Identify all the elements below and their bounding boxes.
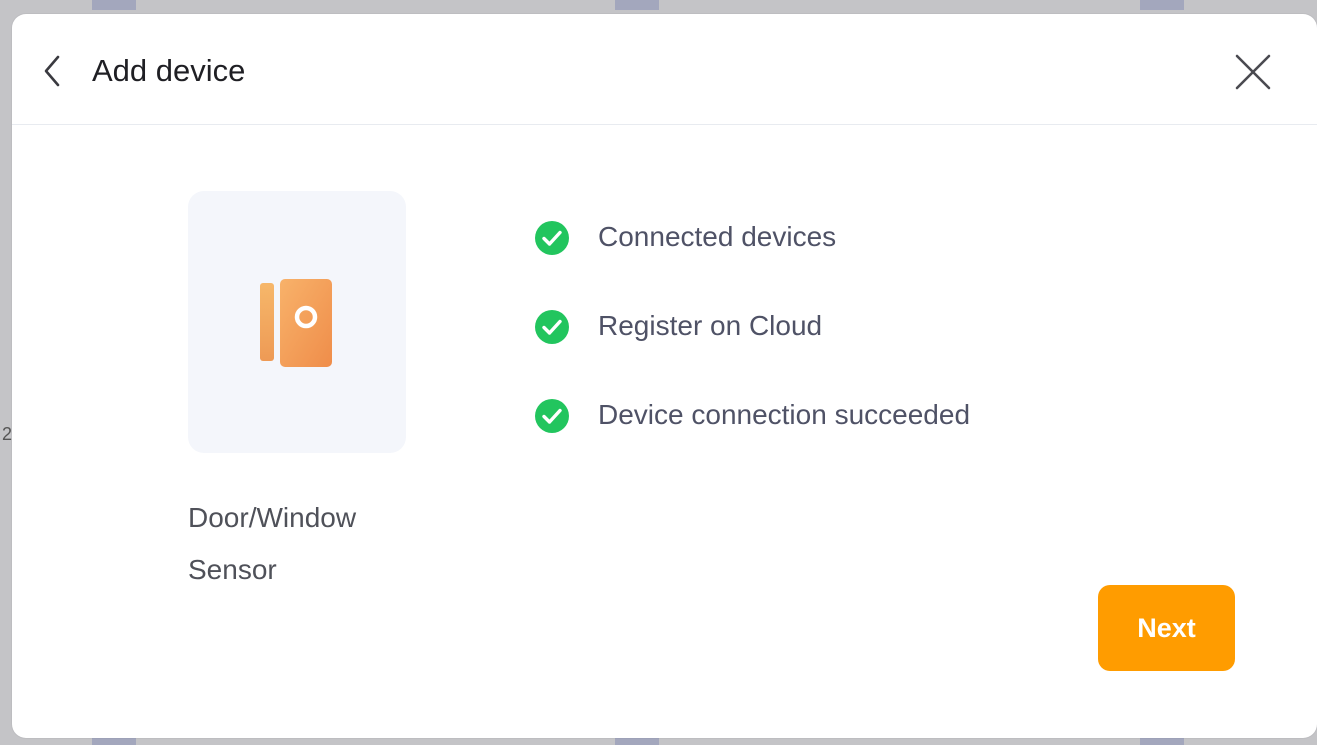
backdrop-edge-text: 2 [2, 424, 13, 444]
connection-steps: Connected devices Register on Cloud Devi… [534, 214, 970, 481]
check-circle-icon [535, 221, 569, 255]
next-button[interactable]: Next [1098, 585, 1235, 671]
page-title: Add device [92, 53, 246, 88]
dialog-header: Add device [12, 14, 1317, 125]
device-name-line: Door/Window [188, 502, 357, 533]
back-button[interactable] [38, 52, 66, 90]
step-item: Device connection succeeded [534, 392, 970, 481]
step-label: Connected devices [598, 221, 837, 252]
step-label: Device connection succeeded [598, 399, 971, 430]
step-item: Register on Cloud [534, 303, 970, 392]
add-device-dialog: Add device Door/Window Sensor Connected … [12, 14, 1317, 738]
check-circle-icon [535, 399, 569, 433]
backdrop-strip [1140, 0, 1184, 10]
device-image-card [188, 191, 406, 453]
backdrop-strip [615, 0, 659, 10]
step-label: Register on Cloud [598, 310, 823, 341]
check-circle-icon [535, 310, 569, 344]
close-button[interactable] [1233, 52, 1273, 92]
backdrop-strip [92, 0, 136, 10]
door-window-sensor-icon [260, 279, 332, 367]
device-name-line: Sensor [188, 554, 277, 585]
close-icon [1235, 54, 1271, 90]
device-name: Door/Window Sensor [188, 492, 428, 596]
step-item: Connected devices [534, 214, 970, 303]
chevron-left-icon [44, 55, 60, 87]
